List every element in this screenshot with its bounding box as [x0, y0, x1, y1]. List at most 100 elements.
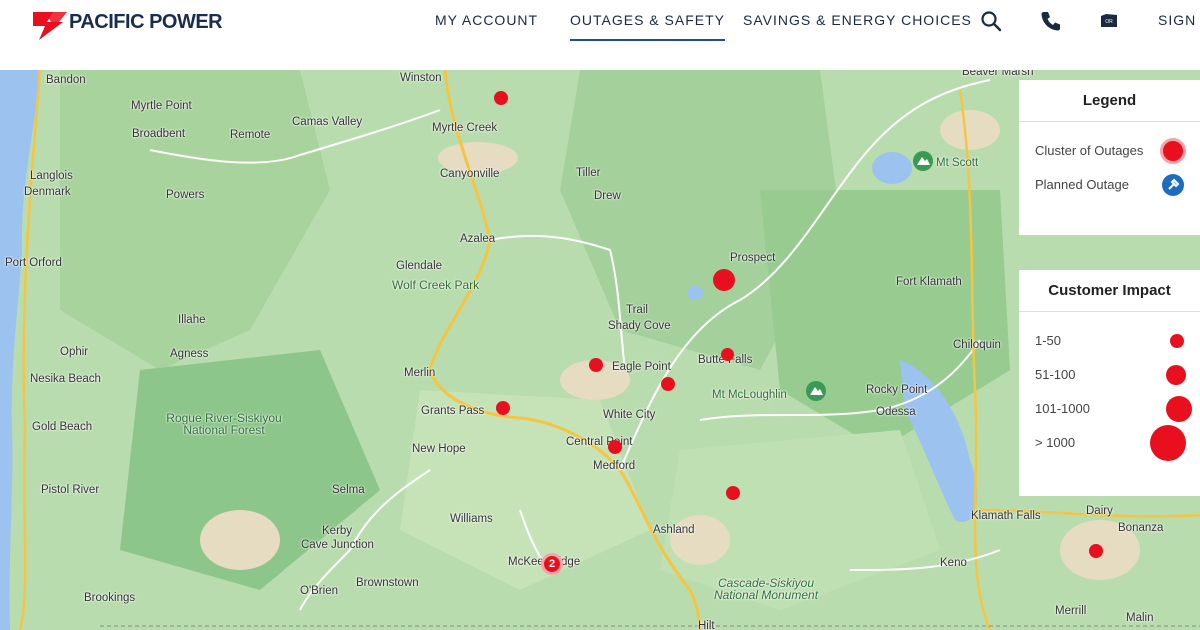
outage-marker[interactable]	[494, 91, 508, 105]
impact-item: > 1000	[1019, 425, 1200, 461]
legend-item-label: Planned Outage	[1035, 177, 1129, 192]
place-label: Pistol River	[41, 484, 100, 496]
outage-marker[interactable]	[661, 377, 675, 391]
park-label: Wolf Creek Park	[392, 278, 480, 292]
impact-item: 51-100	[1019, 358, 1200, 392]
place-label: Beaver Marsh	[962, 70, 1034, 78]
place-label: Dairy	[1086, 505, 1113, 517]
place-label: Agness	[170, 348, 209, 360]
impact-label: > 1000	[1035, 435, 1076, 450]
place-label: Illahe	[178, 314, 206, 326]
place-label: Bandon	[46, 74, 86, 86]
impact-label: 1-50	[1035, 333, 1062, 348]
place-label: Selma	[332, 484, 365, 496]
place-label: Merrill	[1055, 605, 1087, 617]
place-label: Hilt	[698, 620, 715, 630]
place-label: Medford	[593, 460, 636, 472]
place-label: Mt Scott	[936, 157, 979, 169]
park-label: Rogue River-Siskiyou National Forest	[166, 411, 282, 437]
legend-item-planned: Planned Outage	[1019, 168, 1200, 202]
place-label: Malin	[1126, 612, 1154, 624]
place-label: Brookings	[84, 592, 136, 604]
customer-impact-title: Customer Impact	[1019, 270, 1200, 312]
place-label: Shady Cove	[608, 320, 671, 332]
place-label: Camas Valley	[292, 116, 363, 128]
place-label: Powers	[166, 189, 205, 201]
place-label: Denmark	[24, 186, 71, 198]
place-label: Kerby	[322, 525, 353, 537]
outage-cluster[interactable]: 2	[541, 553, 563, 575]
place-label: Azalea	[460, 233, 496, 245]
place-label: Keno	[940, 557, 967, 569]
place-label: Central Point	[566, 436, 633, 448]
place-label: Gold Beach	[32, 421, 93, 433]
outage-marker[interactable]	[713, 269, 735, 291]
logo-bolt-icon	[33, 8, 67, 40]
impact-dot-101-1000	[1166, 396, 1192, 422]
customer-impact-panel: Customer Impact 1-50 51-100 101-1000 > 1…	[1019, 270, 1200, 496]
place-label: Chiloquin	[953, 339, 1001, 351]
impact-label: 51-100	[1035, 367, 1076, 382]
place-label: Mt McLoughlin	[712, 389, 787, 401]
outage-marker[interactable]	[1089, 544, 1103, 558]
state-oregon-icon[interactable]: OR	[1098, 10, 1120, 32]
place-label: Canyonville	[440, 168, 500, 180]
place-label: Bonanza	[1118, 522, 1164, 534]
impact-label: 101-1000	[1035, 401, 1090, 416]
outage-marker[interactable]	[721, 348, 734, 361]
cluster-icon	[1160, 138, 1186, 164]
place-label: Nesika Beach	[30, 373, 101, 385]
nav-savings-energy[interactable]: SAVINGS & ENERGY CHOICES	[743, 12, 972, 28]
place-label: Brownstown	[356, 577, 419, 589]
place-label: Remote	[230, 129, 271, 141]
phone-icon[interactable]	[1040, 10, 1062, 32]
place-label: Eagle Point	[612, 361, 671, 373]
place-label: White City	[603, 409, 656, 421]
impact-item: 101-1000	[1019, 392, 1200, 426]
place-label: Odessa	[876, 406, 916, 418]
outage-marker[interactable]	[589, 358, 603, 372]
place-label: Winston	[400, 72, 442, 84]
place-label: O'Brien	[300, 585, 338, 597]
outage-marker[interactable]	[608, 440, 622, 454]
place-label: Ashland	[653, 524, 695, 536]
pacific-power-logo[interactable]: PACIFIC POWER	[33, 8, 223, 40]
place-label: Merlin	[404, 367, 436, 379]
place-label: Cave Junction	[301, 539, 374, 551]
impact-item: 1-50	[1019, 324, 1200, 358]
nav-outages-safety[interactable]: OUTAGES & SAFETY	[570, 12, 725, 41]
place-label: Trail	[626, 304, 648, 316]
place-label: Ophir	[60, 346, 89, 358]
search-icon[interactable]	[980, 10, 1002, 32]
nav-my-account[interactable]: MY ACCOUNT	[435, 12, 538, 28]
place-label: Langlois	[30, 170, 73, 182]
svg-text:OR: OR	[1105, 19, 1113, 25]
brand-name: PACIFIC POWER	[69, 10, 223, 33]
place-label: Prospect	[730, 252, 776, 264]
place-label: Rocky Point	[866, 384, 928, 396]
place-label: Port Orford	[5, 257, 62, 269]
impact-dot-1-50	[1170, 334, 1184, 348]
place-label: Broadbent	[132, 128, 186, 140]
legend-panel: Legend Cluster of Outages Planned Outage	[1019, 80, 1200, 235]
planned-outage-icon	[1162, 174, 1184, 196]
nav-sign-in[interactable]: SIGN I	[1158, 12, 1200, 28]
place-label: New Hope	[412, 443, 466, 455]
site-header: PACIFIC POWER MY ACCOUNT OUTAGES & SAFET…	[0, 0, 1200, 70]
outage-marker[interactable]	[496, 401, 510, 415]
place-label: Klamath Falls	[971, 510, 1041, 522]
park-label: Cascade-Siskiyou National Monument	[713, 576, 819, 602]
place-label: Williams	[450, 513, 493, 525]
place-label: Fort Klamath	[896, 276, 962, 288]
impact-dot-over-1000	[1150, 425, 1186, 461]
place-label: Grants Pass	[421, 405, 485, 417]
outage-marker[interactable]	[726, 486, 740, 500]
place-label: Myrtle Point	[131, 100, 192, 112]
place-label: Tiller	[576, 167, 601, 179]
legend-item-cluster: Cluster of Outages	[1019, 134, 1200, 168]
place-label: Myrtle Creek	[432, 122, 498, 134]
place-label: Glendale	[396, 260, 443, 272]
impact-dot-51-100	[1166, 365, 1186, 385]
legend-title: Legend	[1019, 80, 1200, 122]
legend-item-label: Cluster of Outages	[1035, 143, 1144, 158]
